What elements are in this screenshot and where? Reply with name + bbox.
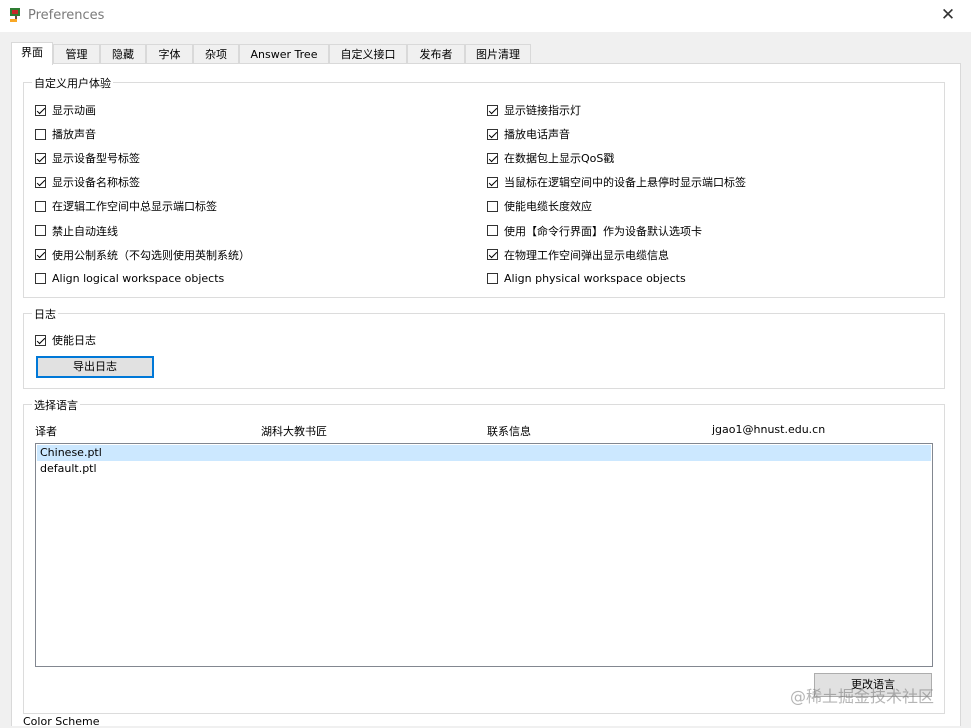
checkbox-label: 显示链接指示灯 xyxy=(504,104,581,117)
checkbox-box[interactable] xyxy=(487,249,498,261)
option-checkbox[interactable]: 在数据包上显示QoS戳 xyxy=(487,150,614,166)
contact-label: 联系信息 xyxy=(487,425,531,438)
checkbox-box[interactable] xyxy=(35,176,46,188)
tab-publisher[interactable]: 发布者 xyxy=(407,44,465,63)
checkbox-box[interactable] xyxy=(35,334,46,346)
option-checkbox[interactable]: 在逻辑工作空间中总显示端口标签 xyxy=(35,198,217,214)
checkbox-label: Align physical workspace objects xyxy=(504,272,686,286)
option-checkbox[interactable]: 使用【命令行界面】作为设备默认选项卡 xyxy=(487,223,702,239)
tab-interface[interactable]: 界面 xyxy=(11,42,53,65)
checkbox-label: 播放声音 xyxy=(52,128,96,142)
tab-hidden[interactable]: 隐藏 xyxy=(100,44,146,63)
enable-log-checkbox[interactable]: 使能日志 xyxy=(35,332,96,348)
log-group-title: 日志 xyxy=(32,306,58,322)
checkbox-box[interactable] xyxy=(487,225,498,236)
checkbox-label: 使用公制系统（不勾选则使用英制系统） xyxy=(52,248,250,262)
checkbox-box[interactable] xyxy=(487,152,498,164)
option-checkbox[interactable]: 禁止自动连线 xyxy=(35,223,118,239)
watermark: @稀土掘金技术社区 xyxy=(790,687,935,706)
color-scheme-label: Color Scheme xyxy=(23,715,100,728)
tab-answer-tree[interactable]: Answer Tree xyxy=(239,44,329,63)
checkbox-label: 使能电缆长度效应 xyxy=(504,200,592,214)
option-checkbox[interactable]: 使用公制系统（不勾选则使用英制系统） xyxy=(35,247,250,263)
checkbox-box[interactable] xyxy=(35,104,46,116)
checkbox-label: 使能日志 xyxy=(52,334,96,347)
checkbox-label: 显示动画 xyxy=(52,104,96,117)
option-checkbox[interactable]: 显示设备名称标签 xyxy=(35,174,140,190)
checkbox-box[interactable] xyxy=(35,249,46,261)
tab-font[interactable]: 字体 xyxy=(146,44,193,63)
checkbox-box[interactable] xyxy=(35,225,46,236)
close-icon[interactable]: ✕ xyxy=(925,0,971,32)
ux-group-title: 自定义用户体验 xyxy=(32,75,113,91)
checkbox-label: 显示设备名称标签 xyxy=(52,176,140,190)
tab-admin[interactable]: 管理 xyxy=(53,44,100,63)
checkbox-box[interactable] xyxy=(35,200,46,212)
checkbox-box[interactable] xyxy=(487,200,498,212)
list-item[interactable]: Chinese.ptl xyxy=(37,445,931,461)
tab-custom-interface[interactable]: 自定义接口 xyxy=(329,44,407,63)
option-checkbox[interactable]: Align logical workspace objects xyxy=(35,271,224,287)
contact-email: jgao1@hnust.edu.cn xyxy=(712,423,826,436)
tab-misc[interactable]: 杂项 xyxy=(193,44,239,63)
checkbox-label: 禁止自动连线 xyxy=(52,224,118,238)
window-title: Preferences xyxy=(28,8,105,23)
option-checkbox[interactable]: 显示设备型号标签 xyxy=(35,150,140,166)
checkbox-label: 播放电话声音 xyxy=(504,128,570,142)
ux-group: 自定义用户体验 xyxy=(23,75,945,298)
checkbox-label: 当鼠标在逻辑空间中的设备上悬停时显示端口标签 xyxy=(504,176,746,190)
language-group-title: 选择语言 xyxy=(32,397,80,413)
checkbox-box[interactable] xyxy=(35,152,46,164)
checkbox-label: 在物理工作空间弹出显示电缆信息 xyxy=(504,248,669,262)
option-checkbox[interactable]: 使能电缆长度效应 xyxy=(487,198,592,214)
option-checkbox[interactable]: Align physical workspace objects xyxy=(487,271,686,287)
checkbox-label: Align logical workspace objects xyxy=(52,272,225,286)
checkbox-box[interactable] xyxy=(35,128,46,140)
checkbox-label: 在逻辑工作空间中总显示端口标签 xyxy=(52,200,217,214)
export-log-button[interactable]: 导出日志 xyxy=(36,356,154,378)
tab-image-cleanup[interactable]: 图片清理 xyxy=(465,44,531,63)
option-checkbox[interactable]: 显示动画 xyxy=(35,102,96,118)
app-icon xyxy=(10,8,20,22)
title-bar: Preferences ✕ xyxy=(0,0,971,32)
log-group: 日志 xyxy=(23,306,945,389)
checkbox-box[interactable] xyxy=(35,273,46,285)
language-listbox[interactable]: Chinese.ptl default.ptl xyxy=(35,443,933,667)
translator-label: 译者 xyxy=(35,425,57,438)
option-checkbox[interactable]: 播放声音 xyxy=(35,126,96,142)
checkbox-label: 使用【命令行界面】作为设备默认选项卡 xyxy=(504,224,702,238)
checkbox-box[interactable] xyxy=(487,176,498,188)
checkbox-box[interactable] xyxy=(487,273,498,285)
option-checkbox[interactable]: 在物理工作空间弹出显示电缆信息 xyxy=(487,247,669,263)
option-checkbox[interactable]: 当鼠标在逻辑空间中的设备上悬停时显示端口标签 xyxy=(487,174,746,190)
checkbox-box[interactable] xyxy=(487,128,498,140)
translator-name: 湖科大教书匠 xyxy=(261,425,327,438)
list-item[interactable]: default.ptl xyxy=(37,461,931,477)
option-checkbox[interactable]: 显示链接指示灯 xyxy=(487,102,581,118)
checkbox-box[interactable] xyxy=(487,104,498,116)
checkbox-label: 在数据包上显示QoS戳 xyxy=(504,152,615,166)
checkbox-label: 显示设备型号标签 xyxy=(52,152,140,166)
option-checkbox[interactable]: 播放电话声音 xyxy=(487,126,570,142)
